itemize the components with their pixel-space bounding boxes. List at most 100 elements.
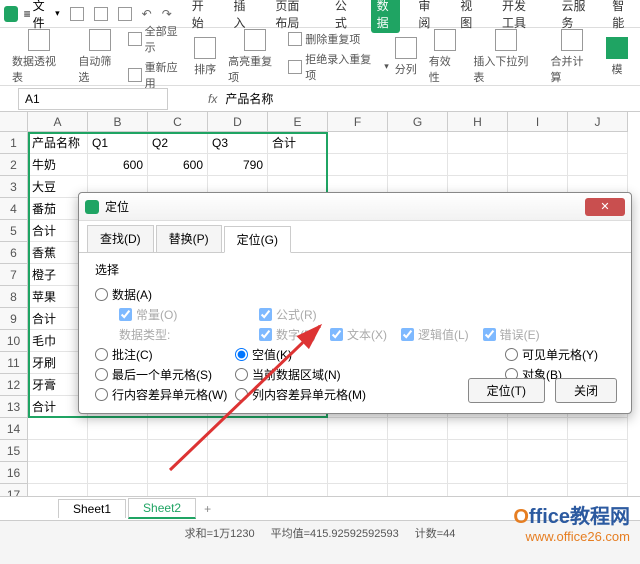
tab-find[interactable]: 查找(D) xyxy=(87,225,154,252)
validation-button[interactable]: 有效性 xyxy=(429,29,462,85)
cell[interactable] xyxy=(208,462,268,484)
pivot-button[interactable]: 数据透视表 xyxy=(12,29,66,85)
autofilter-button[interactable]: 自动筛选 xyxy=(78,29,121,85)
cell[interactable] xyxy=(388,154,448,176)
cell[interactable] xyxy=(268,462,328,484)
cell[interactable] xyxy=(208,440,268,462)
ok-button[interactable]: 定位(T) xyxy=(468,378,545,403)
radio-currentregion[interactable]: 当前数据区域(N) xyxy=(235,366,385,383)
formula-value[interactable]: 产品名称 xyxy=(225,90,273,107)
row-header[interactable]: 5 xyxy=(0,220,28,242)
text-to-columns-button[interactable]: 分列 xyxy=(395,37,417,77)
cell[interactable]: 600 xyxy=(88,154,148,176)
dialog-titlebar[interactable]: 定位 ✕ xyxy=(79,193,631,221)
sheet-tab-1[interactable]: Sheet1 xyxy=(58,499,126,518)
name-box[interactable]: A1 xyxy=(18,88,168,110)
column-header[interactable]: B xyxy=(88,112,148,132)
cell[interactable] xyxy=(508,154,568,176)
cell[interactable]: 牛奶 xyxy=(28,154,88,176)
column-header[interactable]: A xyxy=(28,112,88,132)
row-header[interactable]: 7 xyxy=(0,264,28,286)
tab-home[interactable]: 开始 xyxy=(186,0,216,33)
save-icon[interactable] xyxy=(70,7,84,21)
radio-rowdiff[interactable]: 行内容差异单元格(W) xyxy=(95,386,235,403)
column-header[interactable]: F xyxy=(328,112,388,132)
highlight-dup-button[interactable]: 高亮重复项 xyxy=(228,29,282,85)
consolidate-button[interactable]: 合并计算 xyxy=(551,29,594,85)
row-header[interactable]: 10 xyxy=(0,330,28,352)
cell[interactable] xyxy=(88,462,148,484)
column-header[interactable]: G xyxy=(388,112,448,132)
column-header[interactable]: D xyxy=(208,112,268,132)
reapply-button[interactable]: 重新应用 xyxy=(128,59,188,91)
row-header[interactable]: 6 xyxy=(0,242,28,264)
file-menu[interactable]: ≡文件▾ xyxy=(24,0,62,31)
cell[interactable]: 合计 xyxy=(268,132,328,154)
cell[interactable] xyxy=(28,440,88,462)
cell[interactable] xyxy=(508,132,568,154)
cell[interactable] xyxy=(268,418,328,440)
row-header[interactable]: 14 xyxy=(0,418,28,440)
cell[interactable] xyxy=(268,154,328,176)
preview-icon[interactable] xyxy=(118,7,132,21)
undo-icon[interactable]: ↶ xyxy=(142,7,152,21)
cell[interactable] xyxy=(568,418,628,440)
column-header[interactable]: I xyxy=(508,112,568,132)
column-header[interactable]: C xyxy=(148,112,208,132)
template-button[interactable]: 模 xyxy=(606,37,628,77)
column-header[interactable]: J xyxy=(568,112,628,132)
row-header[interactable]: 16 xyxy=(0,462,28,484)
cell[interactable] xyxy=(148,418,208,440)
sort-button[interactable]: 排序 xyxy=(194,37,216,77)
cell[interactable]: 790 xyxy=(208,154,268,176)
cell[interactable] xyxy=(28,462,88,484)
row-header[interactable]: 13 xyxy=(0,396,28,418)
cell[interactable] xyxy=(388,418,448,440)
cell[interactable]: 产品名称 xyxy=(28,132,88,154)
cell[interactable] xyxy=(568,154,628,176)
cell[interactable] xyxy=(328,154,388,176)
row-header[interactable]: 15 xyxy=(0,440,28,462)
cell[interactable] xyxy=(328,440,388,462)
cell[interactable] xyxy=(388,440,448,462)
cell[interactable] xyxy=(88,418,148,440)
row-header[interactable]: 3 xyxy=(0,176,28,198)
row-header[interactable]: 11 xyxy=(0,352,28,374)
row-header[interactable]: 9 xyxy=(0,308,28,330)
cell[interactable] xyxy=(148,462,208,484)
cell[interactable] xyxy=(268,440,328,462)
row-header[interactable]: 8 xyxy=(0,286,28,308)
cell[interactable] xyxy=(448,440,508,462)
cell[interactable] xyxy=(148,440,208,462)
row-header[interactable]: 4 xyxy=(0,198,28,220)
cell[interactable] xyxy=(448,132,508,154)
showall-button[interactable]: 全部显示 xyxy=(128,23,188,55)
radio-visible[interactable]: 可见单元格(Y) xyxy=(505,346,605,363)
radio-comment[interactable]: 批注(C) xyxy=(95,346,235,363)
cell[interactable] xyxy=(388,132,448,154)
tab-replace[interactable]: 替换(P) xyxy=(156,225,222,252)
radio-blank[interactable]: 空值(K) xyxy=(235,346,385,363)
cell[interactable] xyxy=(28,418,88,440)
column-header[interactable]: H xyxy=(448,112,508,132)
cell[interactable] xyxy=(448,462,508,484)
dropdown-button[interactable]: 插入下拉列表 xyxy=(473,29,538,85)
cell[interactable] xyxy=(388,462,448,484)
column-header[interactable]: E xyxy=(268,112,328,132)
radio-coldiff[interactable]: 列内容差异单元格(M) xyxy=(235,386,385,403)
cell[interactable] xyxy=(508,440,568,462)
tab-goto[interactable]: 定位(G) xyxy=(224,226,291,253)
row-header[interactable]: 2 xyxy=(0,154,28,176)
cell[interactable] xyxy=(568,132,628,154)
cell[interactable] xyxy=(328,418,388,440)
cell[interactable] xyxy=(508,418,568,440)
reject-dup-button[interactable]: 拒绝录入重复项▾ xyxy=(288,51,388,83)
cell[interactable] xyxy=(328,132,388,154)
cell[interactable] xyxy=(448,154,508,176)
tab-data[interactable]: 数据 xyxy=(371,0,401,33)
redo-icon[interactable]: ↷ xyxy=(162,7,172,21)
tab-ai[interactable]: 智能 xyxy=(606,0,636,33)
cell[interactable]: Q2 xyxy=(148,132,208,154)
add-sheet-button[interactable]: + xyxy=(204,502,211,516)
select-all-corner[interactable] xyxy=(0,112,28,132)
